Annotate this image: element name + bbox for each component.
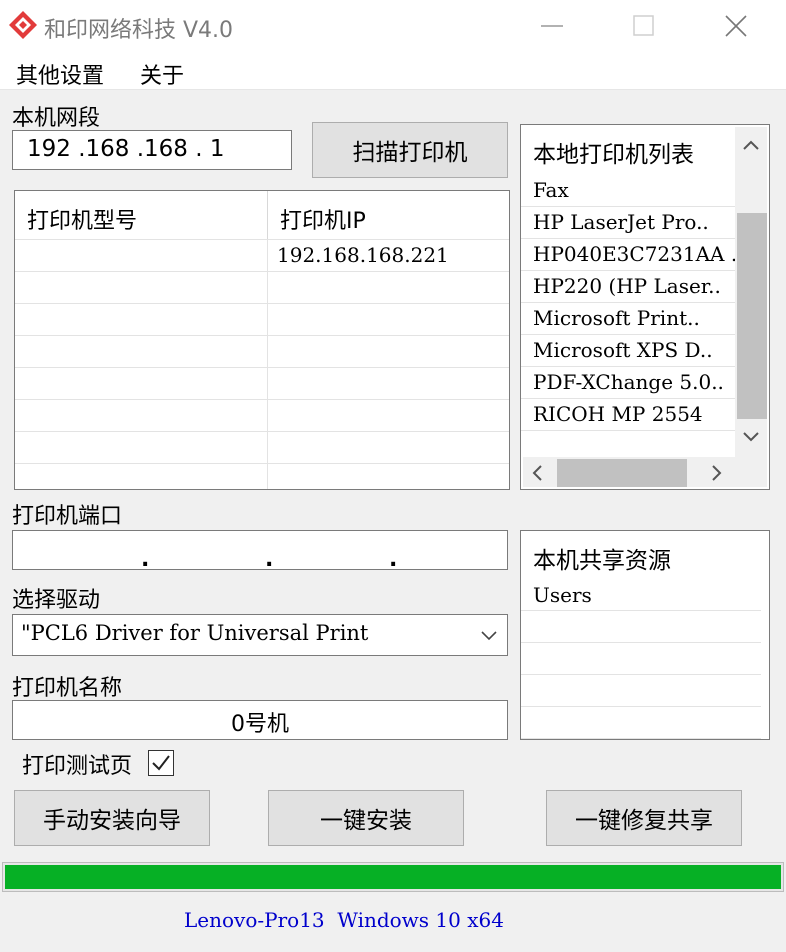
table-row-empty [15, 335, 509, 368]
title-bar: 和印网络科技 V4.0 [0, 0, 786, 52]
close-icon [725, 15, 747, 37]
print-test-page-checkbox[interactable] [148, 750, 174, 776]
shared-resources-list[interactable]: 本机共享资源 Users [520, 530, 770, 740]
list-item-empty [521, 707, 761, 739]
one-click-install-button[interactable]: 一键安装 [268, 790, 464, 846]
list-item[interactable]: PDF-XChange 5.0.. [521, 367, 735, 399]
local-printer-list[interactable]: 本地打印机列表 Fax HP LaserJet Pro.. HP040E3C72… [520, 124, 770, 490]
shared-resources-title: 本机共享资源 [533, 548, 671, 574]
list-item-empty [521, 611, 761, 643]
printer-port-label: 打印机端口 [12, 504, 123, 529]
maximize-button[interactable] [598, 0, 690, 52]
subnet-input[interactable]: 192 .168 .168 . 1 [12, 130, 292, 170]
driver-label: 选择驱动 [12, 588, 101, 613]
table-cell-ip: 192.168.168.221 [277, 243, 449, 267]
list-item[interactable]: HP LaserJet Pro.. [521, 207, 735, 239]
list-item[interactable]: Fax [521, 175, 735, 207]
printer-name-input[interactable]: 0号机 [12, 700, 508, 740]
table-row-empty [15, 271, 509, 304]
printer-name-label: 打印机名称 [12, 676, 123, 701]
list-item[interactable]: RICOH MP 2554 [521, 399, 735, 431]
chevron-down-icon[interactable] [478, 624, 500, 646]
checkmark-icon [152, 755, 170, 771]
scroll-right-icon[interactable] [709, 463, 725, 483]
scroll-left-icon[interactable] [529, 463, 545, 483]
scroll-down-icon[interactable] [741, 429, 761, 445]
table-row[interactable]: 192.168.168.221 [15, 239, 509, 272]
minimize-icon [541, 25, 563, 27]
printer-port-ip-input[interactable]: . . . [12, 530, 508, 572]
subnet-label: 本机网段 [12, 106, 101, 131]
local-printer-list-title: 本地打印机列表 [533, 142, 694, 168]
red-diamond-logo-icon [9, 11, 37, 39]
driver-select[interactable]: "PCL6 Driver for Universal Print [12, 614, 508, 656]
vertical-scroll-thumb[interactable] [737, 213, 767, 419]
status-text: Lenovo-Pro13 Windows 10 x64 [184, 908, 504, 932]
table-row-empty [15, 367, 509, 400]
list-item[interactable]: Microsoft XPS D.. [521, 335, 735, 367]
window-title: 和印网络科技 V4.0 [44, 18, 234, 43]
progress-bar [2, 862, 784, 892]
column-header-ip[interactable]: 打印机IP [267, 191, 507, 239]
list-item[interactable]: HP220 (HP Laser.. [521, 271, 735, 303]
print-test-page-label: 打印测试页 [22, 754, 133, 779]
list-item-empty [521, 643, 761, 675]
minimize-button[interactable] [506, 0, 598, 52]
table-row-empty [15, 431, 509, 464]
table-row-empty [15, 303, 509, 336]
maximize-icon [633, 15, 654, 36]
table-row-empty [15, 399, 509, 432]
column-header-model[interactable]: 打印机型号 [15, 191, 267, 239]
one-click-repair-share-button[interactable]: 一键修复共享 [546, 790, 742, 846]
ip-separator: . [141, 547, 150, 572]
ip-separator: . [265, 547, 274, 572]
manual-install-wizard-button[interactable]: 手动安装向导 [14, 790, 210, 846]
horizontal-scroll-thumb[interactable] [557, 459, 687, 487]
list-item-empty [521, 675, 761, 707]
list-item[interactable]: HP040E3C7231AA .. [521, 239, 735, 271]
list-item[interactable]: Microsoft Print.. [521, 303, 735, 335]
menu-about[interactable]: 关于 [136, 56, 188, 92]
scroll-up-icon[interactable] [741, 137, 761, 153]
scan-printers-button[interactable]: 扫描打印机 [312, 122, 508, 178]
menu-bar: 其他设置 关于 [0, 52, 786, 90]
table-row-empty [15, 463, 509, 489]
close-button[interactable] [690, 0, 782, 52]
list-item[interactable]: Users [521, 579, 761, 611]
ip-separator: . [389, 547, 398, 572]
menu-other-settings[interactable]: 其他设置 [12, 56, 108, 92]
progress-fill [5, 865, 781, 889]
printer-table[interactable]: 打印机型号 打印机IP 192.168.168.221 [14, 190, 510, 490]
